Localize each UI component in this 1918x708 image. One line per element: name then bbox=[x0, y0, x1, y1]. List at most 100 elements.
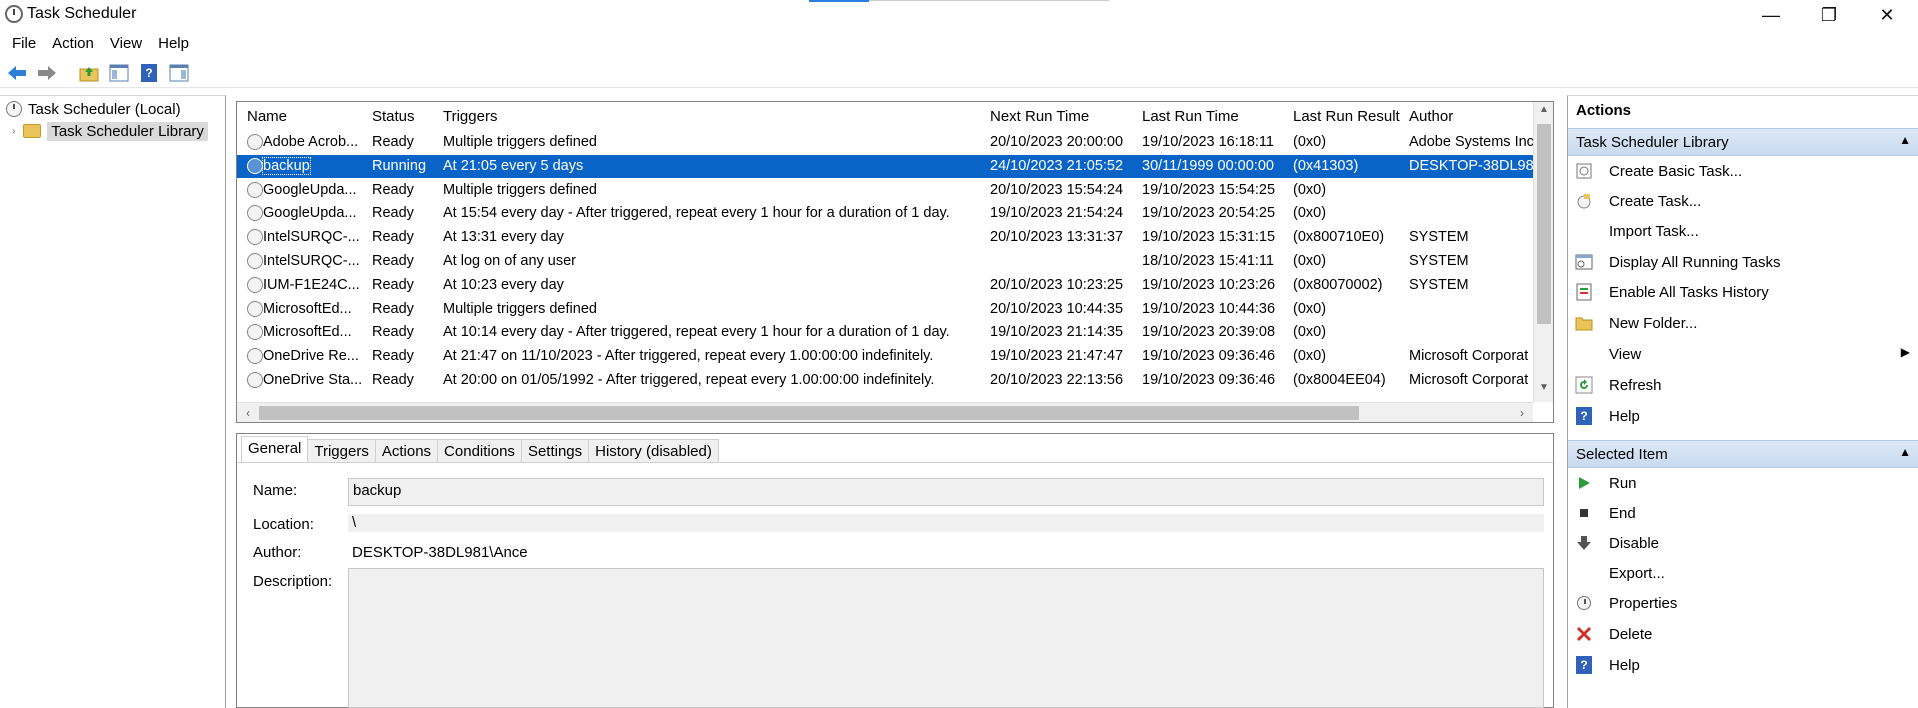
task-row[interactable]: MicrosoftEd... Ready Multiple triggers def… bbox=[237, 298, 1533, 321]
collapse-caret-icon[interactable]: ▲ bbox=[1899, 133, 1911, 147]
column-header-next-run-time[interactable]: Next Run Time bbox=[990, 108, 1089, 125]
tree-item-task-scheduler-library[interactable]: › Task Scheduler Library bbox=[12, 120, 208, 142]
tab-settings[interactable]: Settings bbox=[520, 439, 590, 463]
column-header-last-run-time[interactable]: Last Run Time bbox=[1142, 108, 1239, 125]
action-export[interactable]: Export... bbox=[1573, 561, 1914, 585]
menu-action[interactable]: Action bbox=[44, 35, 102, 52]
disable-arrow-down-icon bbox=[1573, 533, 1595, 553]
actions-pane: Actions Task Scheduler Library ▲ Create … bbox=[1567, 95, 1918, 708]
cell-status: Ready bbox=[372, 229, 414, 246]
action-run[interactable]: Run bbox=[1573, 471, 1914, 495]
end-icon bbox=[1573, 503, 1595, 523]
cell-last-run-result: (0x800710E0) bbox=[1293, 229, 1385, 246]
folder-clock-icon bbox=[23, 124, 42, 138]
action-refresh[interactable]: Refresh bbox=[1573, 373, 1914, 397]
action-create-task[interactable]: Create Task... bbox=[1573, 189, 1914, 213]
horizontal-scrollbar[interactable]: ‹ › bbox=[237, 402, 1533, 422]
action-create-basic-task[interactable]: Create Basic Task... bbox=[1573, 159, 1914, 183]
description-label: Description: bbox=[253, 573, 333, 590]
task-row[interactable]: GoogleUpda... Ready Multiple triggers defi… bbox=[237, 179, 1533, 202]
run-icon bbox=[1573, 473, 1595, 493]
section-task-scheduler-library[interactable]: Task Scheduler Library ▲ bbox=[1568, 128, 1918, 156]
task-row[interactable]: IUM-F1E24C... Ready At 10:23 every day 20/1… bbox=[237, 274, 1533, 297]
up-folder-button[interactable] bbox=[76, 60, 102, 86]
show-hide-action-pane-button[interactable] bbox=[166, 60, 192, 86]
maximize-button[interactable]: ❐ bbox=[1800, 0, 1858, 30]
horizontal-scroll-thumb[interactable] bbox=[259, 406, 1359, 420]
scroll-left-icon[interactable]: ‹ bbox=[239, 403, 257, 422]
scroll-right-icon[interactable]: › bbox=[1513, 403, 1531, 422]
column-header-status[interactable]: Status bbox=[372, 108, 415, 125]
help-toolbar-button[interactable]: ? bbox=[136, 60, 162, 86]
tab-general[interactable]: General bbox=[241, 436, 309, 463]
task-details: General Triggers Actions Conditions Sett… bbox=[236, 433, 1554, 708]
action-delete[interactable]: Delete bbox=[1573, 622, 1914, 646]
menu-help[interactable]: Help bbox=[150, 35, 197, 52]
tab-actions[interactable]: Actions bbox=[374, 439, 439, 463]
action-end[interactable]: End bbox=[1573, 501, 1914, 525]
title-accent bbox=[809, 0, 869, 2]
task-row[interactable]: Adobe Acrob... Ready Multiple triggers def… bbox=[237, 131, 1534, 154]
cell-author: Adobe Systems Inc bbox=[1409, 134, 1534, 150]
action-view[interactable]: View ▶ bbox=[1573, 342, 1914, 366]
window-title: Task Scheduler bbox=[27, 5, 137, 22]
running-tasks-icon bbox=[1573, 252, 1595, 272]
cell-triggers: At 13:31 every day bbox=[443, 229, 564, 246]
tree-item-task-scheduler-local[interactable]: Task Scheduler (Local) bbox=[6, 98, 181, 120]
column-header-triggers[interactable]: Triggers bbox=[443, 108, 497, 125]
task-row[interactable]: GoogleUpda... Ready At 15:54 every day - A… bbox=[237, 202, 1533, 225]
action-help-library[interactable]: ? Help bbox=[1573, 404, 1914, 428]
back-button[interactable] bbox=[4, 60, 30, 86]
action-label: Refresh bbox=[1609, 376, 1662, 394]
task-row[interactable]: OneDrive Sta... Ready At 20:00 on 01/05/19… bbox=[237, 369, 1533, 392]
column-header-last-run-result[interactable]: Last Run Result bbox=[1293, 108, 1400, 125]
action-properties[interactable]: Properties bbox=[1573, 591, 1914, 615]
task-row[interactable]: backup Running At 21:05 every 5 days 24/10/… bbox=[237, 154, 1539, 178]
task-clock-icon bbox=[247, 324, 263, 341]
cell-author: Microsoft Corporat bbox=[1409, 348, 1529, 365]
vertical-scrollbar[interactable]: ▲ ▼ bbox=[1533, 102, 1553, 402]
expand-chevron-icon[interactable]: › bbox=[12, 126, 15, 137]
task-clock-icon bbox=[247, 300, 263, 317]
task-row[interactable]: OneDrive Re... Ready At 21:47 on 11/10/202… bbox=[237, 345, 1533, 368]
tab-history[interactable]: History (disabled) bbox=[588, 439, 719, 463]
cell-name: MicrosoftEd... bbox=[263, 300, 352, 317]
menu-view[interactable]: View bbox=[102, 35, 150, 52]
section-selected-item[interactable]: Selected Item ▲ bbox=[1568, 440, 1918, 468]
toolbar: ? bbox=[0, 58, 1918, 88]
tab-triggers[interactable]: Triggers bbox=[307, 439, 376, 463]
tab-conditions[interactable]: Conditions bbox=[437, 439, 522, 463]
action-enable-all-tasks-history[interactable]: Enable All Tasks History bbox=[1573, 280, 1914, 304]
scroll-down-icon[interactable]: ▼ bbox=[1534, 382, 1553, 400]
close-button[interactable]: ✕ bbox=[1858, 0, 1916, 30]
menu-file[interactable]: File bbox=[4, 35, 44, 52]
task-row[interactable]: IntelSURQC-... Ready At log on of any user… bbox=[237, 250, 1533, 273]
action-help-selected[interactable]: ? Help bbox=[1573, 653, 1914, 677]
task-row[interactable]: IntelSURQC-... Ready At 13:31 every day 20/… bbox=[237, 226, 1533, 249]
vertical-scroll-thumb[interactable] bbox=[1537, 124, 1551, 324]
collapse-caret-icon[interactable]: ▲ bbox=[1899, 445, 1911, 459]
column-header-name[interactable]: Name bbox=[247, 108, 287, 125]
name-field[interactable]: backup bbox=[348, 478, 1544, 506]
task-row[interactable]: MicrosoftEd... Ready At 10:14 every day - … bbox=[237, 321, 1533, 344]
show-hide-console-tree-button[interactable] bbox=[106, 60, 132, 86]
forward-button[interactable] bbox=[34, 60, 60, 86]
cell-status: Ready bbox=[372, 324, 414, 341]
action-display-all-running-tasks[interactable]: Display All Running Tasks bbox=[1573, 250, 1914, 274]
task-clock-icon bbox=[247, 372, 263, 388]
minimize-button[interactable]: — bbox=[1742, 0, 1800, 30]
cell-next-run-time: 24/10/2023 21:05:52 bbox=[990, 157, 1124, 174]
action-import-task[interactable]: Import Task... bbox=[1573, 219, 1914, 243]
center-pane: Name Status Triggers Next Run Time Last … bbox=[232, 95, 1554, 708]
cell-triggers: At 15:54 every day - After triggered, re… bbox=[443, 205, 950, 222]
scroll-up-icon[interactable]: ▲ bbox=[1534, 104, 1553, 122]
action-new-folder[interactable]: New Folder... bbox=[1573, 311, 1914, 335]
task-clock-icon bbox=[247, 157, 263, 174]
action-disable[interactable]: Disable bbox=[1573, 531, 1914, 555]
description-field[interactable] bbox=[348, 568, 1544, 708]
action-label: Create Task... bbox=[1609, 192, 1702, 210]
column-header-author[interactable]: Author bbox=[1409, 108, 1453, 125]
help-icon: ? bbox=[1573, 406, 1595, 426]
create-basic-task-icon bbox=[1573, 161, 1595, 181]
cell-last-run-result: (0x0) bbox=[1293, 300, 1327, 317]
